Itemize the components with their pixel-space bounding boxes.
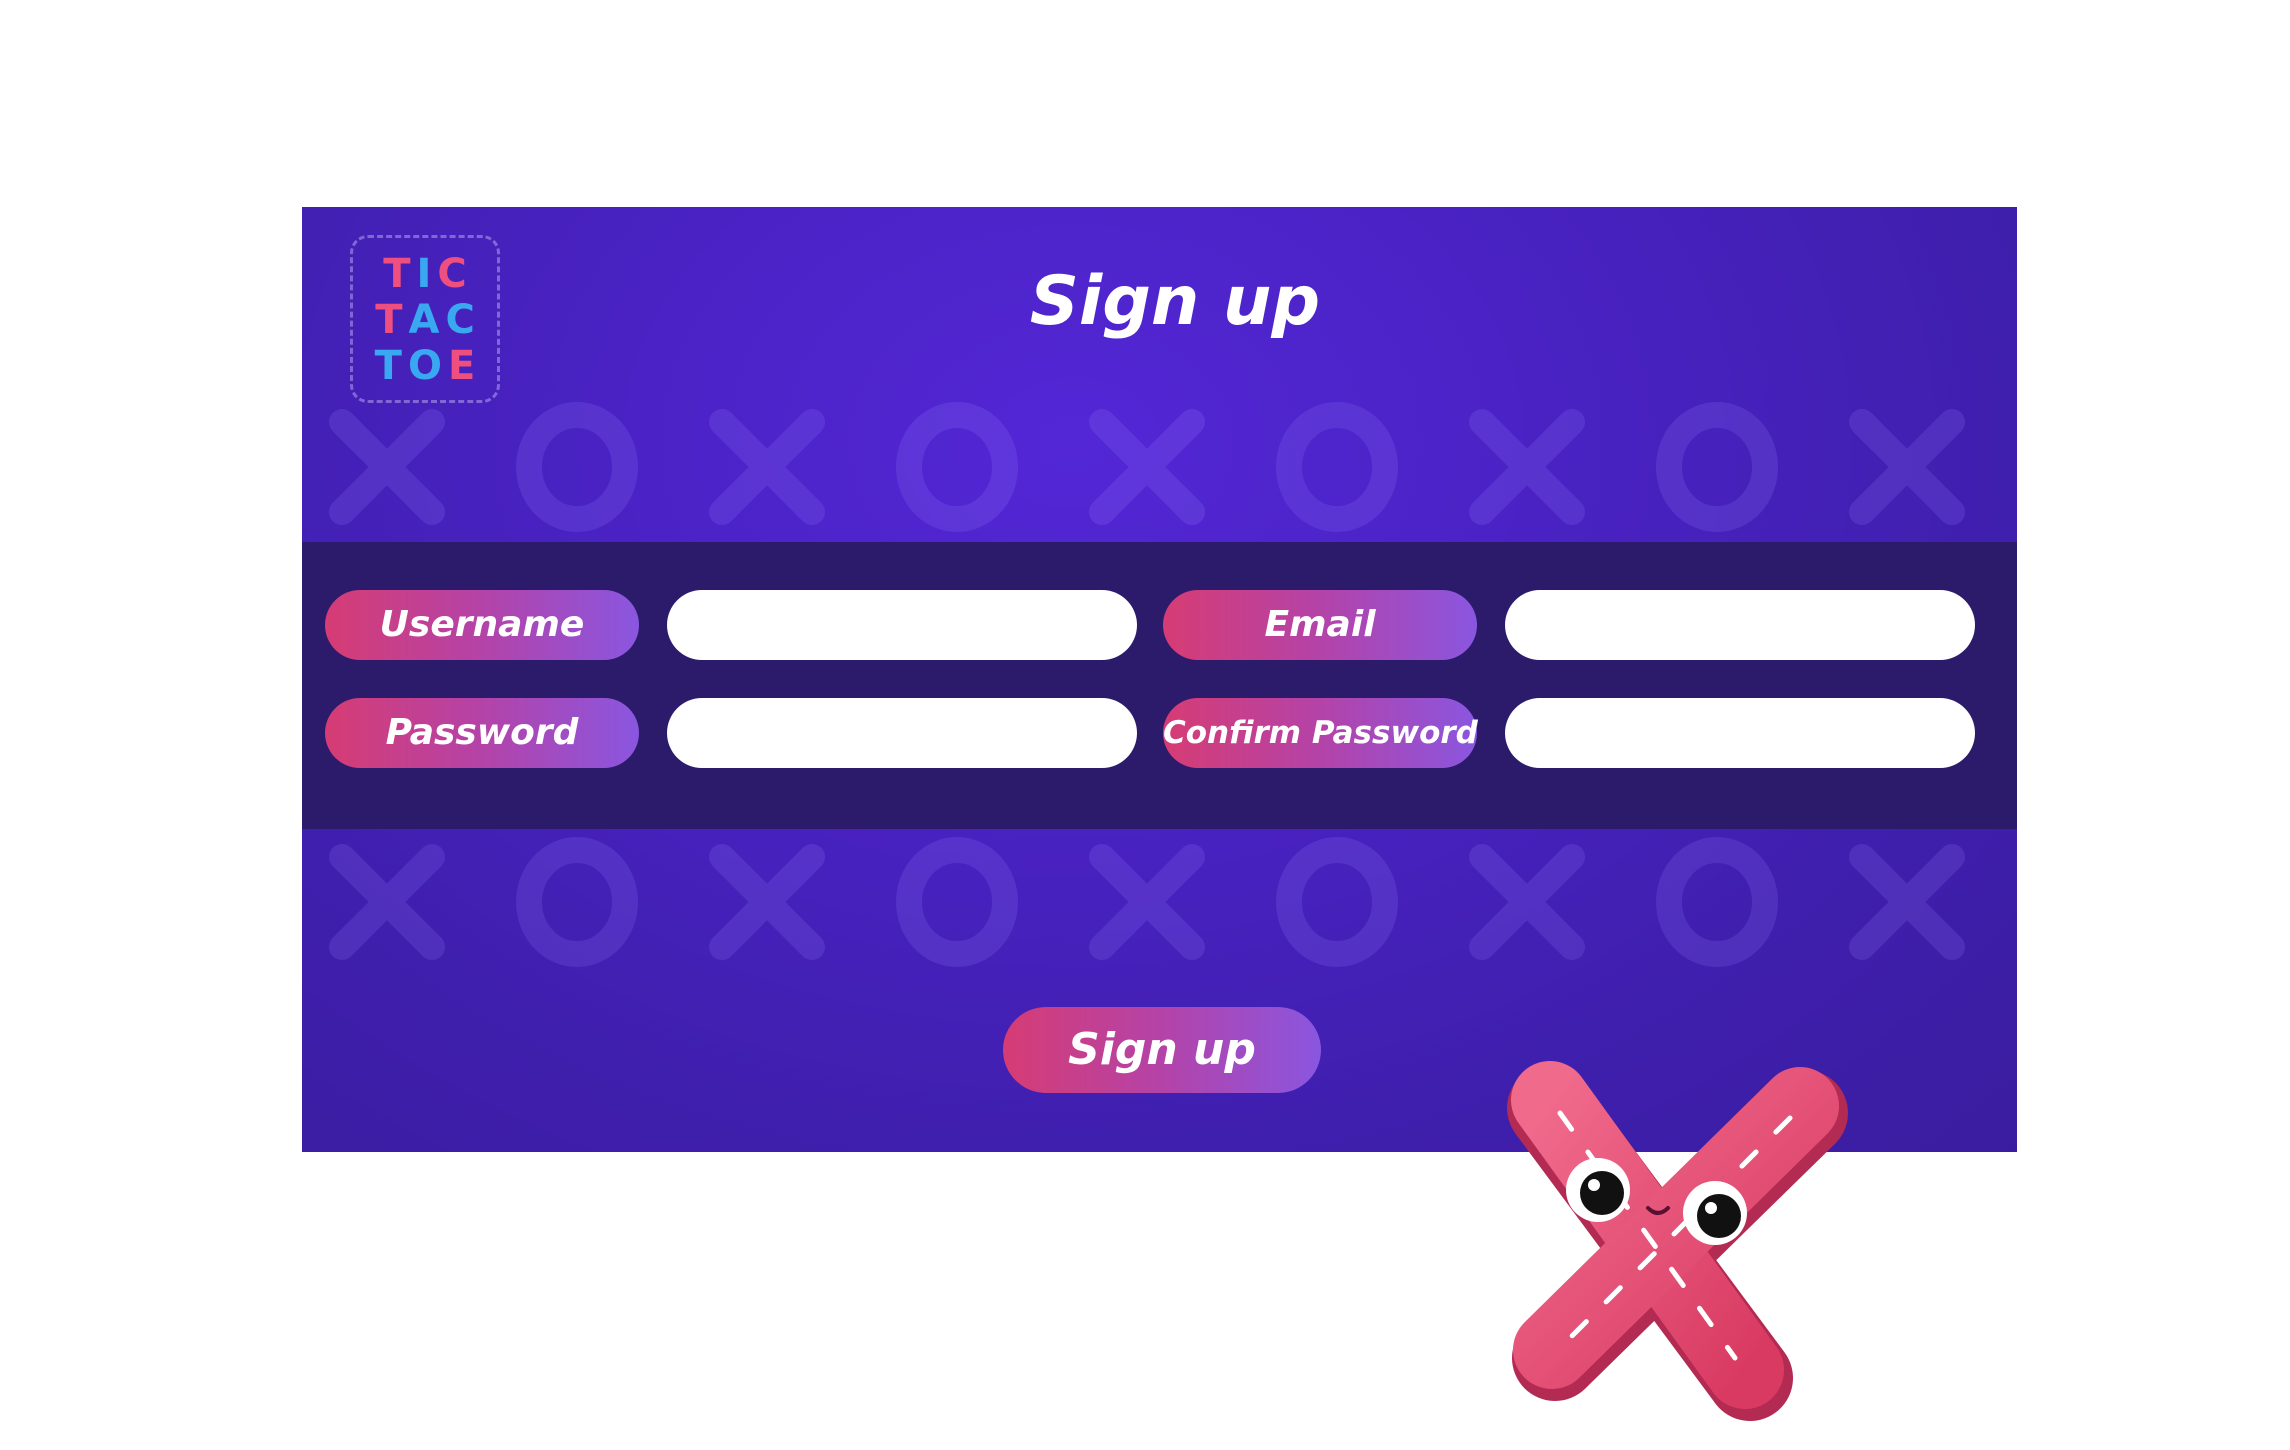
xo-pattern-top <box>329 402 1965 532</box>
logo-letter: C <box>437 251 473 297</box>
signup-screen: TIC TAC TOE Sign up Username Email Passw… <box>0 0 2290 1450</box>
logo-letter: E <box>447 343 482 389</box>
email-label: Email <box>1163 590 1477 660</box>
form-band <box>302 542 2017 829</box>
logo-letter: A <box>408 297 446 343</box>
logo-letter: T <box>375 297 409 343</box>
password-label: Password <box>325 698 639 768</box>
logo-letter: C <box>445 297 481 343</box>
email-input[interactable] <box>1505 590 1975 660</box>
page-title: Sign up <box>1029 262 1321 341</box>
confirm-password-label: Confirm Password <box>1163 698 1478 768</box>
logo-letter: O <box>407 343 448 389</box>
confirm-password-input[interactable] <box>1505 698 1975 768</box>
logo-line-2: TAC <box>353 298 503 342</box>
tic-tac-toe-logo: TIC TAC TOE <box>350 235 500 403</box>
logo-line-1: TIC <box>353 252 503 296</box>
logo-letter: T <box>383 251 417 297</box>
xo-pattern-bottom <box>329 837 1965 967</box>
signup-button[interactable]: Sign up <box>1003 1007 1321 1093</box>
logo-line-3: TOE <box>353 344 503 388</box>
logo-letter: T <box>374 343 408 389</box>
x-mascot-icon <box>1507 1061 1848 1421</box>
password-input[interactable] <box>667 698 1137 768</box>
username-input[interactable] <box>667 590 1137 660</box>
username-label: Username <box>325 590 639 660</box>
logo-letter: I <box>416 251 438 297</box>
